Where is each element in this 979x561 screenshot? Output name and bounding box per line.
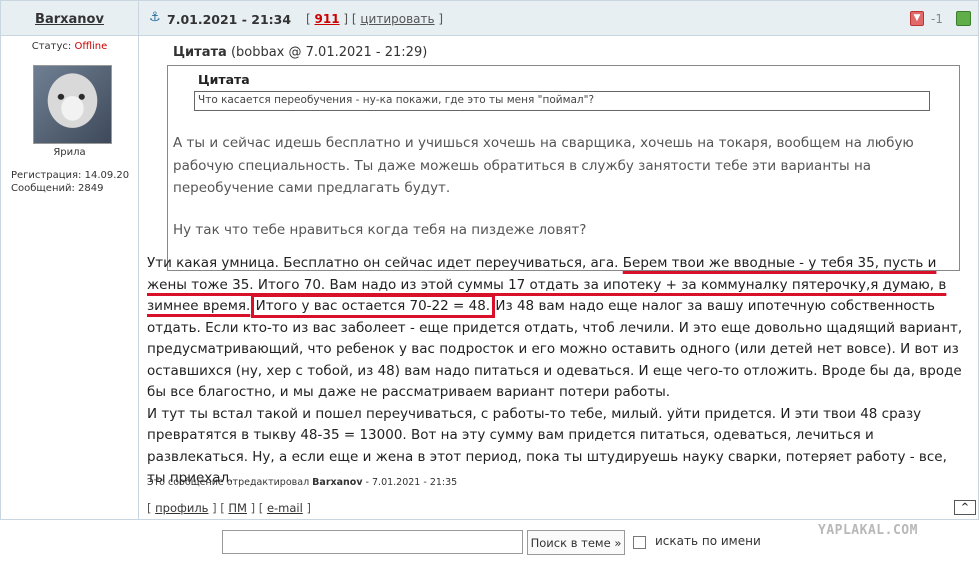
- quote-title-label: Цитата: [173, 45, 227, 60]
- edited-note: Это сообщение отредактировал Barxanov - …: [147, 477, 457, 488]
- boxed-text: Итого у вас остается 70-22 = 48.: [250, 294, 496, 318]
- quote-paragraph: Ну так что тебе нравиться когда тебя на …: [173, 221, 587, 238]
- post-content: Цитата (bobbax @ 7.01.2021 - 21:29) Цита…: [139, 37, 978, 497]
- thumb-up-icon[interactable]: [956, 11, 971, 26]
- author-column: Barxanov Статус: Offline Ярила Регистрац…: [1, 1, 139, 519]
- author-header: Barxanov: [1, 1, 138, 36]
- quote-link[interactable]: цитировать: [360, 12, 434, 26]
- avatar: [33, 65, 112, 144]
- thumb-down-icon[interactable]: ▼: [910, 11, 924, 26]
- site-watermark: YAPLAKAL.COM: [818, 523, 918, 538]
- search-by-name-checkbox[interactable]: [633, 536, 646, 549]
- status-value: Offline: [74, 41, 108, 52]
- inner-quote-text: Что касается переобучения - ну-ка покажи…: [194, 91, 930, 111]
- quote-paragraph: А ты и сейчас идешь бесплатно и учишься …: [173, 135, 914, 196]
- quote-body: А ты и сейчас идешь бесплатно и учишься …: [173, 132, 953, 241]
- post-footer-links: [ профиль ] [ ПМ ] [ e-mail ]: [147, 501, 311, 515]
- edited-name: Barxanov: [312, 477, 363, 488]
- post-date: 7.01.2021 - 21:34: [167, 12, 292, 27]
- post-rating: -1: [931, 12, 943, 26]
- author-stats: Регистрация: 14.09.20 Сообщений: 2849: [11, 169, 129, 195]
- scroll-top-button[interactable]: ^: [954, 500, 976, 515]
- edited-suffix: - 7.01.2021 - 21:35: [362, 477, 458, 488]
- quote-title: Цитата (bobbax @ 7.01.2021 - 21:29): [173, 45, 427, 60]
- search-by-name-label: искать по имени: [655, 534, 761, 548]
- post-header-links: [ 911 ] [ цитировать ]: [306, 12, 444, 26]
- quote-meta: (bobbax @ 7.01.2021 - 21:29): [230, 45, 428, 60]
- author-name-link[interactable]: Barxanov: [35, 12, 104, 27]
- post-container: Barxanov Статус: Offline Ярила Регистрац…: [0, 0, 979, 520]
- anchor-icon[interactable]: ⚓: [149, 10, 161, 25]
- body-paragraph: Ути какая умница. Бесплатно он сейчас ид…: [147, 253, 969, 404]
- email-link[interactable]: e-mail: [267, 501, 303, 515]
- status-label: Статус:: [31, 41, 72, 52]
- registration-date: Регистрация: 14.09.20: [11, 170, 130, 181]
- pm-link[interactable]: ПМ: [228, 501, 247, 515]
- post-body: Ути какая умница. Бесплатно он сейчас ид…: [147, 253, 969, 490]
- edited-prefix: Это сообщение отредактировал: [147, 477, 313, 488]
- search-input[interactable]: [222, 530, 523, 554]
- quote-box: Цитата Что касается переобучения - ну-ка…: [167, 65, 960, 271]
- author-status: Статус: Offline: [1, 41, 138, 52]
- post-number-link[interactable]: 911: [315, 12, 340, 26]
- search-in-topic-button[interactable]: Поиск в теме »: [527, 530, 625, 555]
- inner-quote-title: Цитата: [198, 72, 250, 87]
- profile-link[interactable]: профиль: [155, 501, 208, 515]
- message-count: Сообщений: 2849: [11, 183, 104, 194]
- body-text: Ути какая умница. Бесплатно он сейчас ид…: [147, 255, 623, 271]
- avatar-caption: Ярила: [53, 147, 86, 158]
- post-header: ⚓ 7.01.2021 - 21:34 [ 911 ] [ цитировать…: [139, 1, 978, 36]
